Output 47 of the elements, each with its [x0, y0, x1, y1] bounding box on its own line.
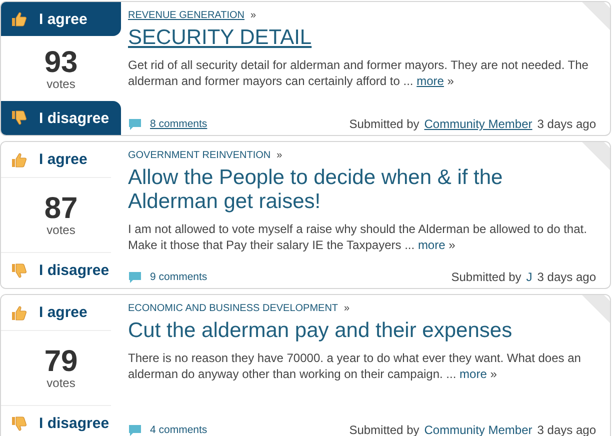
page-curl-icon [582, 2, 610, 30]
thumbs-up-icon [11, 304, 27, 320]
comment-icon [128, 271, 142, 283]
comments-link[interactable]: 9 comments [150, 271, 208, 283]
idea-summary: There is no reason they have 70000. a year to do what ever they want. What does an alderman do anyway other than working on their campaign. ... more » [128, 350, 582, 382]
idea-title[interactable]: SECURITY DETAIL [128, 26, 596, 50]
disagree-button[interactable]: I disagree [1, 101, 121, 135]
more-link[interactable]: more [460, 367, 487, 381]
vote-count: 93 [44, 48, 78, 78]
idea-title[interactable]: Cut the alderman pay and their expenses [128, 319, 596, 343]
agree-button[interactable]: I agree [1, 142, 111, 178]
agree-button[interactable]: I agree [1, 295, 111, 331]
submitted-label: Submitted by [451, 270, 522, 284]
comment-icon [128, 424, 142, 436]
comments-link[interactable]: 4 comments [150, 424, 208, 436]
category-link[interactable]: GOVERNMENT REINVENTION [128, 150, 271, 161]
page-curl-icon [582, 142, 610, 170]
thumbs-up-icon [11, 11, 27, 27]
category-link[interactable]: ECONOMIC AND BUSINESS DEVELOPMENT [128, 303, 338, 314]
comment-icon [128, 118, 142, 130]
idea-summary: Get rid of all security detail for alderman and former mayors. They are not needed. The alderman and former mayors can certainly afford to ... more » [128, 57, 590, 89]
votes-label: votes [46, 78, 76, 90]
author-link[interactable]: Community Member [424, 117, 532, 131]
more-link[interactable]: more [416, 74, 444, 88]
thumbs-down-icon [11, 262, 27, 278]
author-link[interactable]: J [526, 270, 532, 284]
vote-count: 79 [44, 347, 78, 377]
page-curl-icon [582, 295, 610, 323]
idea-title[interactable]: Allow the People to decide when & if the Alderman get raises! [128, 166, 596, 214]
thumbs-down-icon [11, 416, 27, 432]
vote-count: 87 [44, 194, 78, 224]
thumbs-down-icon [11, 110, 27, 126]
category-separator: » [250, 10, 256, 21]
thumbs-up-icon [11, 152, 27, 168]
category-separator: » [276, 150, 282, 161]
disagree-button[interactable]: I disagree [1, 252, 111, 288]
agree-button[interactable]: I agree [1, 2, 121, 36]
category-link[interactable]: REVENUE GENERATION [128, 10, 244, 21]
age-label: 3 days ago [537, 270, 596, 284]
votes-label: votes [46, 224, 76, 236]
age-label: 3 days ago [537, 117, 596, 131]
idea-summary: I am not allowed to vote myself a raise why should the Alderman be allowed to do that. Make it those that Pay their salary IE the Taxpayers ... more » [128, 221, 588, 253]
comments-link[interactable]: 8 comments [150, 118, 208, 130]
more-link[interactable]: more [418, 238, 446, 252]
submitted-label: Submitted by [349, 117, 420, 131]
votes-label: votes [46, 377, 76, 389]
category-separator: » [344, 303, 350, 314]
